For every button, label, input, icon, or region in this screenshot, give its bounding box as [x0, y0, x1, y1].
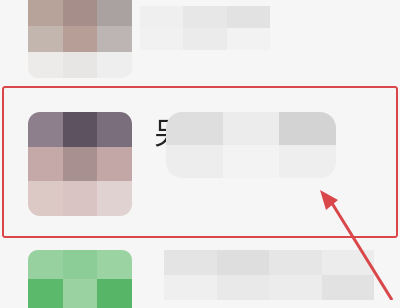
avatar — [28, 112, 132, 216]
chat-list-item-highlighted[interactable]: 另 — [0, 88, 400, 236]
chat-title-blurred — [164, 250, 374, 300]
avatar — [28, 0, 132, 78]
chat-title-blurred — [140, 6, 270, 50]
avatar — [28, 250, 132, 308]
chat-name-blurred — [166, 112, 336, 178]
chat-list: 另 — [0, 0, 400, 308]
chat-list-item[interactable] — [0, 242, 400, 308]
chat-list-item[interactable] — [0, 0, 400, 84]
